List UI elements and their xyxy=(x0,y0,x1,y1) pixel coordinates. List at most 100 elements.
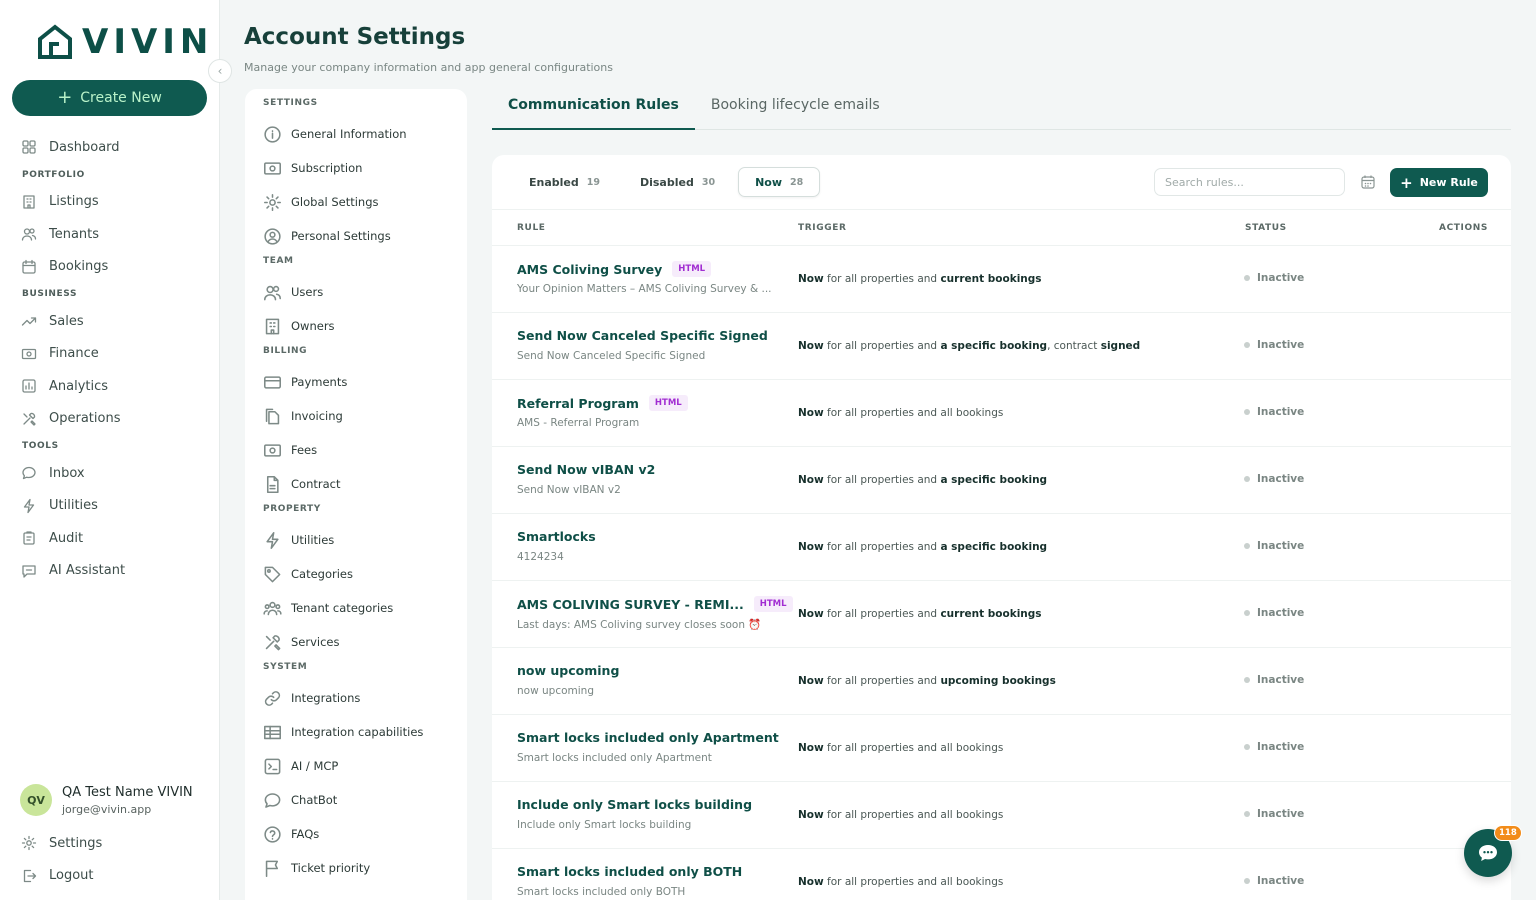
settings-item-chatbot[interactable]: ChatBot xyxy=(245,783,467,817)
rule-subject: Smart locks included only BOTH xyxy=(517,886,686,898)
settings-item-utilities[interactable]: Utilities xyxy=(245,523,467,557)
sidebar-item-listings[interactable]: Listings xyxy=(0,186,220,219)
trigger-text: for all properties and all bookings xyxy=(823,876,1004,888)
settings-item-owners[interactable]: Owners xyxy=(245,309,467,343)
clipboard-icon xyxy=(23,531,35,545)
tab-communication-rules[interactable]: Communication Rules xyxy=(492,89,695,130)
main-nav: Dashboard PORTFOLIO Listings Tenants Booking… xyxy=(0,131,220,587)
status-label: Inactive xyxy=(1257,540,1305,552)
settings-item-label: Invoicing xyxy=(291,409,343,423)
calendar-icon[interactable] xyxy=(1360,174,1376,190)
table-row[interactable]: AMS Coliving Survey HTML Your Opinion Mat… xyxy=(492,246,1511,313)
table-row[interactable]: Send Now Canceled Specific Signed Send N… xyxy=(492,313,1511,380)
filter-disabled[interactable]: Disabled 30 xyxy=(623,167,732,197)
table-row[interactable]: Referral Program HTML AMS - Referral Prog… xyxy=(492,380,1511,447)
sidebar-item-sales[interactable]: Sales xyxy=(0,305,220,338)
tab-booking-lifecycle-emails[interactable]: Booking lifecycle emails xyxy=(695,89,896,130)
settings-item-label: Integration capabilities xyxy=(291,725,424,739)
settings-item-invoicing[interactable]: Invoicing xyxy=(245,399,467,433)
table-row[interactable]: Include only Smart locks building Includ… xyxy=(492,782,1511,849)
building-icon xyxy=(265,318,280,334)
settings-item-general-information[interactable]: General Information xyxy=(245,117,467,151)
group-icon xyxy=(263,601,282,615)
trigger-text: for all properties and all bookings xyxy=(823,809,1004,821)
settings-item-personal-settings[interactable]: Personal Settings xyxy=(245,219,467,253)
table-row[interactable]: AMS COLIVING SURVEY - REMI... HTML Last d… xyxy=(492,581,1511,648)
vivin-logo[interactable]: VIVIN xyxy=(36,22,213,62)
settings-item-global-settings[interactable]: Global Settings xyxy=(245,185,467,219)
settings-item-categories[interactable]: Categories xyxy=(245,557,467,591)
rule-subject: Smart locks included only Apartment xyxy=(517,752,712,764)
rule-title: Smart locks included only Apartment xyxy=(517,730,779,745)
rule-name-link[interactable]: Send Now Canceled Specific Signed xyxy=(517,328,768,343)
settings-item-users[interactable]: Users xyxy=(245,275,467,309)
house-logo-icon xyxy=(38,24,72,59)
sidebar-item-logout[interactable]: Logout xyxy=(0,860,220,893)
settings-item-label: Categories xyxy=(291,567,353,581)
sidebar-item-bookings[interactable]: Bookings xyxy=(0,251,220,284)
sidebar-item-finance[interactable]: Finance xyxy=(0,338,220,371)
create-new-label: Create New xyxy=(80,90,162,106)
rule-name-link[interactable]: Smart locks included only Apartment xyxy=(517,730,779,745)
settings-item-contract[interactable]: Contract xyxy=(245,467,467,501)
filter-now[interactable]: Now 28 xyxy=(738,167,821,197)
sidebar-item-analytics[interactable]: Analytics xyxy=(0,370,220,403)
rule-name-link[interactable]: Include only Smart locks building xyxy=(517,797,752,812)
new-rule-button[interactable]: + New Rule xyxy=(1390,168,1488,197)
sidebar-item-audit[interactable]: Audit xyxy=(0,522,220,555)
settings-item-integrations[interactable]: Integrations xyxy=(245,681,467,715)
settings-item-ai-mcp[interactable]: AI / MCP xyxy=(245,749,467,783)
rule-title: Send Now vIBAN v2 xyxy=(517,462,655,477)
table-row[interactable]: Smartlocks 4124234 Now for all propertie… xyxy=(492,514,1511,581)
user-profile[interactable]: QV QA Test Name VIVIN jorge@vivin.app xyxy=(20,784,193,816)
trigger-text: for all properties and xyxy=(823,340,941,352)
rules-table-body: AMS Coliving Survey HTML Your Opinion Mat… xyxy=(492,246,1511,900)
status-dot xyxy=(1244,275,1250,281)
search-rules-input[interactable] xyxy=(1154,168,1345,196)
create-new-button[interactable]: + Create New xyxy=(12,80,207,116)
rule-subject: Last days: AMS Coliving survey closes so… xyxy=(517,619,762,631)
table-row[interactable]: now upcoming now upcoming Now for all pr… xyxy=(492,648,1511,715)
collapse-sidebar-button[interactable]: ‹ xyxy=(208,59,232,83)
rule-name-link[interactable]: Smartlocks xyxy=(517,529,596,544)
settings-item-tenant-categories[interactable]: Tenant categories xyxy=(245,591,467,625)
settings-section-team: TEAM xyxy=(263,256,294,266)
rule-name-link[interactable]: Smart locks included only BOTH xyxy=(517,864,742,879)
settings-item-integration-capabilities[interactable]: Integration capabilities xyxy=(245,715,467,749)
rule-name-link[interactable]: AMS Coliving Survey xyxy=(517,262,662,277)
settings-item-fees[interactable]: Fees xyxy=(245,433,467,467)
rule-name-link[interactable]: Send Now vIBAN v2 xyxy=(517,462,655,477)
filter-enabled[interactable]: Enabled 19 xyxy=(512,167,617,197)
tools-icon xyxy=(23,412,36,426)
chat-icon xyxy=(264,792,281,808)
chat-bubble-icon xyxy=(1479,845,1497,861)
sidebar-item-ai-assistant[interactable]: AI Assistant xyxy=(0,555,220,588)
sidebar-item-tenants[interactable]: Tenants xyxy=(0,218,220,251)
sidebar-item-label: Tenants xyxy=(49,226,100,242)
table-row[interactable]: Smart locks included only Apartment Smar… xyxy=(492,715,1511,782)
settings-item-ticket-priority[interactable]: Ticket priority xyxy=(245,851,467,885)
settings-item-label: Contract xyxy=(291,477,341,491)
settings-item-faqs[interactable]: FAQs xyxy=(245,817,467,851)
settings-menu-panel: SETTINGS General Information Subscription G… xyxy=(245,89,467,900)
rule-title: Send Now Canceled Specific Signed xyxy=(517,328,768,343)
rule-name-link[interactable]: AMS COLIVING SURVEY - REMI... xyxy=(517,597,744,612)
sidebar-item-settings[interactable]: Settings xyxy=(0,827,220,860)
rule-subject: Send Now vIBAN v2 xyxy=(517,484,621,496)
trigger-keyword: signed xyxy=(1100,340,1141,352)
sidebar-item-inbox[interactable]: Inbox xyxy=(0,457,220,490)
rule-name-link[interactable]: now upcoming xyxy=(517,663,619,678)
sidebar-item-operations[interactable]: Operations xyxy=(0,403,220,436)
table-row[interactable]: Smart locks included only BOTH Smart loc… xyxy=(492,849,1511,900)
rule-name-link[interactable]: Referral Program xyxy=(517,396,639,411)
settings-item-services[interactable]: Services xyxy=(245,625,467,659)
table-row[interactable]: Send Now vIBAN v2 Send Now vIBAN v2 Now … xyxy=(492,447,1511,514)
settings-item-payments[interactable]: Payments xyxy=(245,365,467,399)
card-icon xyxy=(264,375,281,389)
sidebar-item-utilities[interactable]: Utilities xyxy=(0,490,220,523)
sidebar-item-dashboard[interactable]: Dashboard xyxy=(0,131,220,164)
status-badge: Inactive xyxy=(1244,339,1304,351)
rule-trigger: Now for all properties and a specific bo… xyxy=(798,340,1140,352)
document-copy-icon xyxy=(265,408,280,424)
settings-item-subscription[interactable]: Subscription xyxy=(245,151,467,185)
